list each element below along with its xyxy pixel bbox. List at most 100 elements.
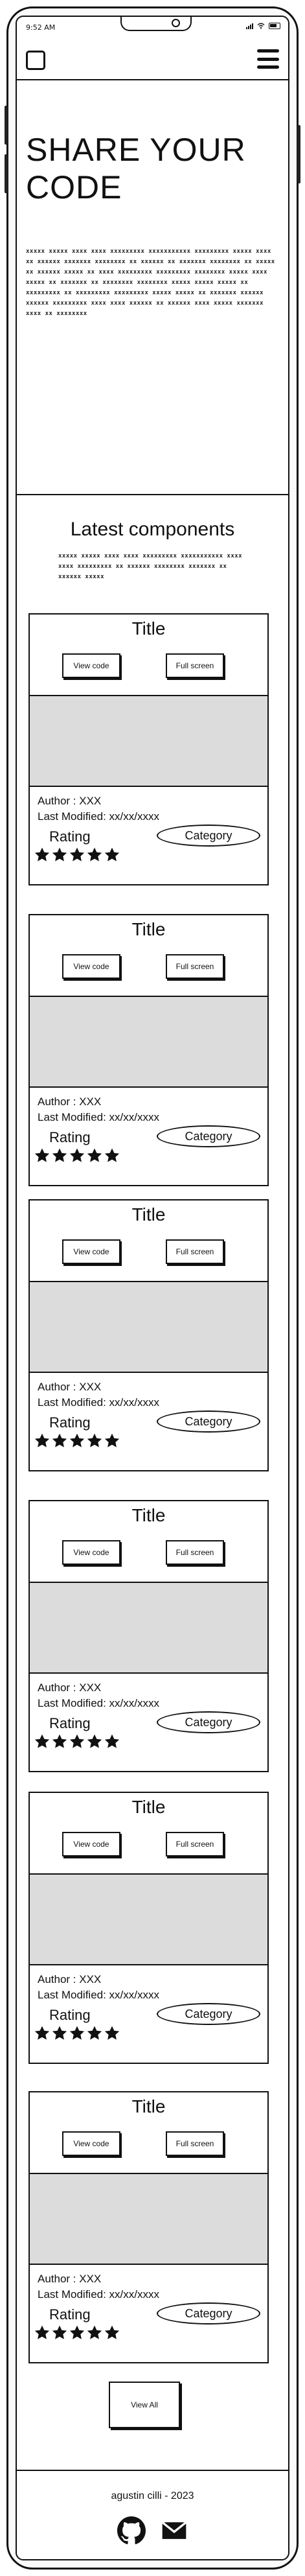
- card-header: Title View code Full screen: [30, 2092, 267, 2174]
- view-code-button[interactable]: View code: [62, 1540, 120, 1565]
- card-last-modified: Last Modified: xx/xx/xxxx: [38, 1697, 160, 1709]
- hamburger-menu-icon[interactable]: [257, 49, 279, 69]
- card-title: Title: [131, 1505, 166, 1525]
- status-bar: 9:52 AM: [17, 17, 288, 40]
- card-category-badge[interactable]: Category: [157, 2302, 260, 2324]
- card-rating-stars: [34, 1433, 120, 1449]
- star-icon: [52, 2325, 67, 2339]
- card-meta: Author : XXX Last Modified: xx/xx/xxxx R…: [30, 1965, 267, 2063]
- card-rating-label: Rating: [49, 2007, 91, 2023]
- hero-title: SHARE YOUR CODE: [26, 131, 246, 206]
- mail-icon[interactable]: [160, 2516, 188, 2545]
- card-header: Title View code Full screen: [30, 615, 267, 696]
- card-rating-stars: [34, 2025, 120, 2042]
- card-preview-image[interactable]: [30, 997, 267, 1088]
- view-code-button[interactable]: View code: [62, 954, 120, 979]
- star-icon: [69, 1734, 85, 1748]
- card-header: Title View code Full screen: [30, 1793, 267, 1875]
- full-screen-button[interactable]: Full screen: [166, 653, 224, 678]
- star-icon: [87, 847, 102, 861]
- card-header: Title View code Full screen: [30, 1200, 267, 1282]
- card-last-modified: Last Modified: xx/xx/xxxx: [38, 2288, 160, 2301]
- star-icon: [87, 1148, 102, 1162]
- full-screen-button[interactable]: Full screen: [166, 954, 224, 979]
- full-screen-button[interactable]: Full screen: [166, 1832, 224, 1856]
- star-icon: [104, 847, 120, 861]
- hero-description: xxxxx xxxxx xxxx xxxx xxxxxxxxx xxxxxxxx…: [26, 248, 275, 317]
- card-author: Author : XXX: [38, 1681, 102, 1694]
- star-icon: [69, 1433, 85, 1447]
- card-author: Author : XXX: [38, 2273, 102, 2285]
- volume-up-button: [5, 106, 8, 145]
- status-icons: [246, 23, 280, 29]
- power-button: [297, 125, 300, 183]
- card-preview-image[interactable]: [30, 1583, 267, 1674]
- card-author: Author : XXX: [38, 1381, 102, 1393]
- latest-components-description: xxxxx xxxxx xxxx xxxx xxxxxxxxx xxxxxxxx…: [58, 553, 243, 580]
- footer-credit: agustin cilli - 2023: [111, 2490, 194, 2501]
- card-category-badge[interactable]: Category: [157, 2003, 260, 2025]
- full-screen-button[interactable]: Full screen: [166, 1239, 224, 1264]
- view-code-button[interactable]: View code: [62, 1832, 120, 1856]
- card-rating-label: Rating: [49, 828, 91, 845]
- full-screen-button[interactable]: Full screen: [166, 1540, 224, 1565]
- star-icon: [34, 847, 50, 861]
- camera-icon: [172, 19, 180, 27]
- card-category-badge[interactable]: Category: [157, 825, 260, 847]
- logo-icon[interactable]: [26, 51, 45, 70]
- latest-components-heading: Latest components: [70, 519, 235, 540]
- card-last-modified: Last Modified: xx/xx/xxxx: [38, 1396, 160, 1409]
- footer-icons: [17, 2516, 288, 2545]
- github-icon[interactable]: [117, 2516, 146, 2545]
- star-icon: [104, 2026, 120, 2040]
- card-rating-label: Rating: [49, 1129, 91, 1145]
- card-rating-label: Rating: [49, 1715, 91, 1731]
- card-category-badge[interactable]: Category: [157, 1711, 260, 1733]
- top-nav: [17, 40, 288, 80]
- view-all-button[interactable]: View All: [109, 2382, 180, 2428]
- component-card: Title View code Full screen Author : XXX…: [28, 1792, 269, 2064]
- card-preview-image[interactable]: [30, 696, 267, 787]
- card-last-modified: Last Modified: xx/xx/xxxx: [38, 1989, 160, 2001]
- card-author: Author : XXX: [38, 1095, 102, 1108]
- card-meta: Author : XXX Last Modified: xx/xx/xxxx R…: [30, 1674, 267, 1771]
- status-time: 9:52 AM: [26, 23, 56, 32]
- component-card: Title View code Full screen Author : XXX…: [28, 1500, 269, 1772]
- view-code-button[interactable]: View code: [62, 653, 120, 678]
- card-preview-image[interactable]: [30, 2174, 267, 2265]
- card-meta: Author : XXX Last Modified: xx/xx/xxxx R…: [30, 1373, 267, 1470]
- hero-title-line-2: CODE: [26, 169, 122, 205]
- card-preview-image[interactable]: [30, 1875, 267, 1965]
- card-category-badge[interactable]: Category: [157, 1125, 260, 1147]
- full-screen-button[interactable]: Full screen: [166, 2131, 224, 2156]
- card-preview-image[interactable]: [30, 1282, 267, 1373]
- card-title: Title: [131, 618, 166, 638]
- camera-notch: [120, 17, 192, 31]
- star-icon: [87, 1433, 102, 1447]
- view-code-button[interactable]: View code: [62, 1239, 120, 1264]
- hero-title-line-1: SHARE YOUR: [26, 132, 246, 168]
- star-icon: [87, 1734, 102, 1748]
- card-header: Title View code Full screen: [30, 915, 267, 997]
- card-meta: Author : XXX Last Modified: xx/xx/xxxx R…: [30, 787, 267, 884]
- card-rating-label: Rating: [49, 1414, 91, 1431]
- component-card: Title View code Full screen Author : XXX…: [28, 1199, 269, 1471]
- card-meta: Author : XXX Last Modified: xx/xx/xxxx R…: [30, 2265, 267, 2362]
- volume-down-button: [5, 154, 8, 193]
- star-icon: [69, 847, 85, 861]
- star-icon: [104, 2325, 120, 2339]
- hero-section: SHARE YOUR CODE xxxxx xxxxx xxxx xxxx xx…: [17, 79, 288, 495]
- star-icon: [34, 2325, 50, 2339]
- card-rating-stars: [34, 847, 120, 863]
- card-author: Author : XXX: [38, 1973, 102, 1985]
- star-icon: [69, 2325, 85, 2339]
- component-card: Title View code Full screen Author : XXX…: [28, 2091, 269, 2363]
- wifi-icon: [257, 23, 265, 29]
- card-rating-stars: [34, 2324, 120, 2341]
- component-card: Title View code Full screen Author : XXX…: [28, 914, 269, 1186]
- star-icon: [52, 847, 67, 861]
- star-icon: [69, 1148, 85, 1162]
- card-category-badge[interactable]: Category: [157, 1411, 260, 1433]
- card-title: Title: [131, 1797, 166, 1817]
- view-code-button[interactable]: View code: [62, 2131, 120, 2156]
